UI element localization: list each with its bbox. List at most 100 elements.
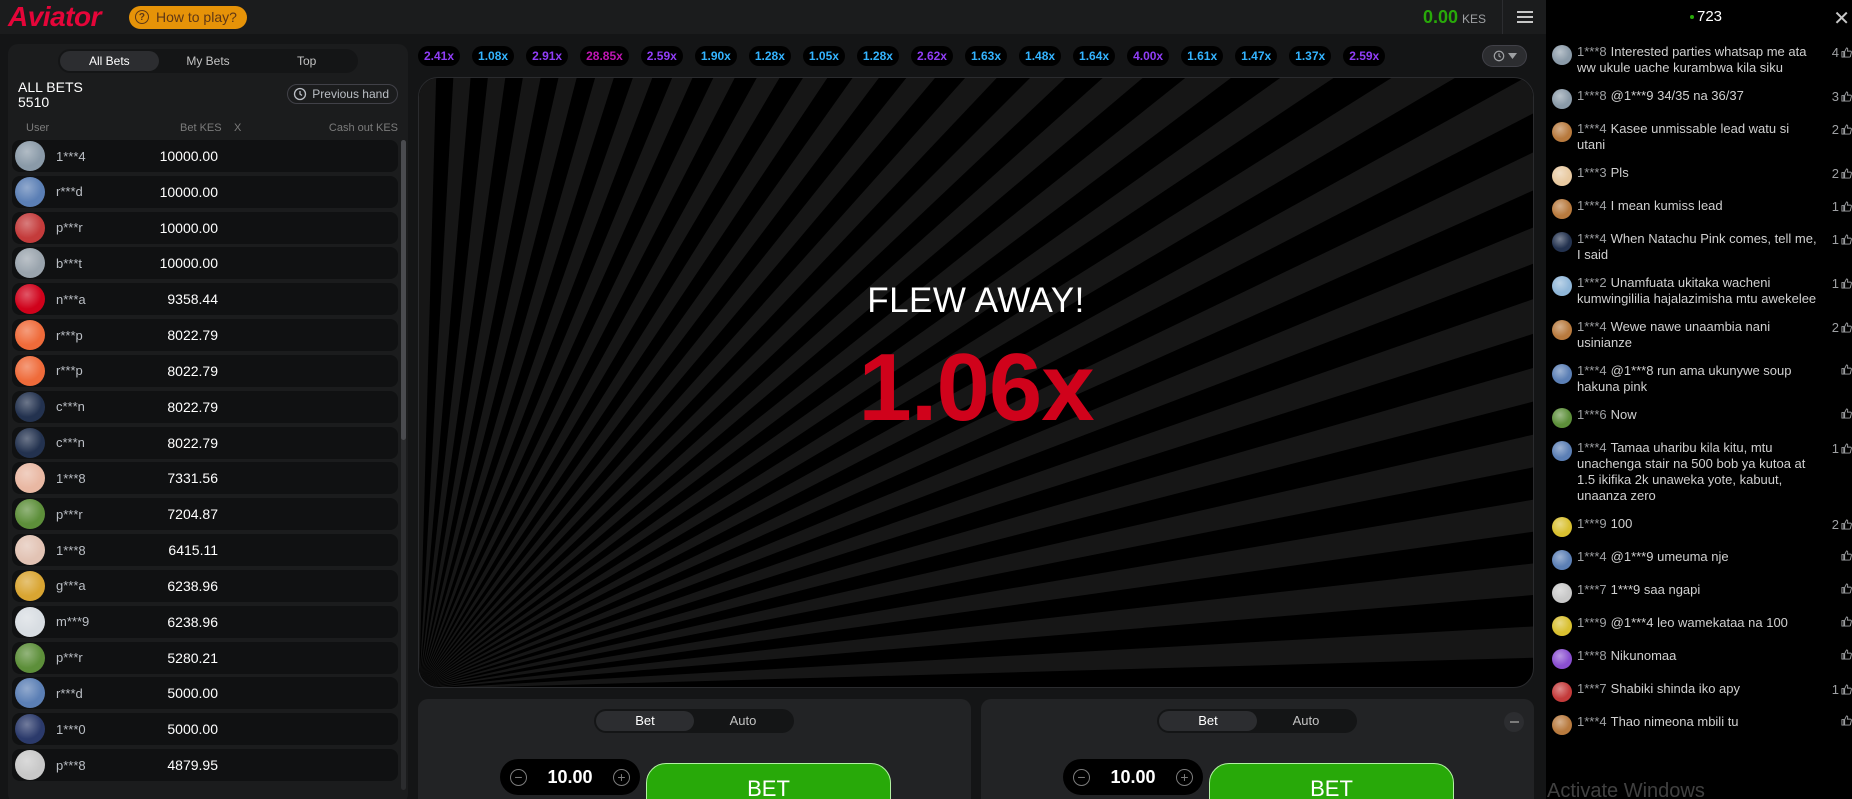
- like-button[interactable]: 1: [1832, 232, 1852, 247]
- chat-message: 1***9 @1***4 leo wamekataa na 100: [1552, 615, 1852, 636]
- bets-list: 1***4 10000.00 r***d 10000.00 p***r 10000.00 b…: [12, 140, 398, 785]
- avatar: [15, 535, 45, 566]
- tab-all-bets[interactable]: All Bets: [60, 51, 159, 71]
- history-toggle-button[interactable]: [1482, 45, 1527, 67]
- bet-user: b***t: [56, 255, 83, 271]
- multiplier-badge[interactable]: 2.62x: [910, 46, 953, 66]
- multiplier-badge[interactable]: 2.59x: [640, 46, 683, 66]
- chat-message: 1***4 Thao nimeona mbili tu: [1552, 714, 1852, 735]
- previous-hand-button[interactable]: Previous hand: [287, 84, 398, 104]
- like-button[interactable]: 1: [1832, 276, 1852, 291]
- like-button[interactable]: [1839, 364, 1852, 375]
- avatar: [1552, 89, 1572, 109]
- like-button[interactable]: 4: [1832, 45, 1852, 60]
- like-button[interactable]: [1839, 616, 1852, 627]
- like-button[interactable]: [1839, 715, 1852, 726]
- like-button[interactable]: 2: [1832, 166, 1852, 181]
- like-button[interactable]: 1: [1832, 199, 1852, 214]
- chat-message: 1***3 Pls 2: [1552, 165, 1852, 186]
- multiplier-badge[interactable]: 1.63x: [964, 46, 1008, 66]
- plus-icon[interactable]: +: [1175, 768, 1193, 786]
- tab-auto[interactable]: Auto: [1257, 711, 1355, 731]
- avatar: [1552, 550, 1572, 570]
- avatar: [1552, 199, 1572, 219]
- like-button[interactable]: 1: [1832, 441, 1852, 456]
- like-button[interactable]: 2: [1832, 517, 1852, 532]
- hamburger-menu-icon[interactable]: [1502, 0, 1546, 34]
- multiplier-badge[interactable]: 1.64x: [1073, 46, 1116, 66]
- avatar: [1552, 232, 1572, 252]
- multiplier-badge[interactable]: 28.85x: [580, 46, 629, 66]
- tab-top[interactable]: Top: [257, 51, 356, 71]
- avatar: [1552, 441, 1572, 461]
- chat-text: Nikunomaa: [1610, 648, 1677, 663]
- multiplier-badge[interactable]: 1.08x: [472, 46, 515, 66]
- avatar: [15, 176, 45, 207]
- plus-icon[interactable]: +: [612, 768, 630, 786]
- like-button[interactable]: [1839, 583, 1852, 594]
- chat-message-body: 1***2 Unamfuata ukitaka wacheni kumwingil…: [1577, 275, 1818, 307]
- question-icon: ?: [134, 10, 149, 24]
- tab-my-bets[interactable]: My Bets: [159, 51, 258, 71]
- bets-scrollbar[interactable]: [401, 140, 406, 790]
- like-button[interactable]: [1839, 550, 1852, 561]
- bet-user: 1***8: [56, 542, 86, 558]
- chat-user: 1***7: [1577, 681, 1607, 696]
- like-button[interactable]: 1: [1832, 682, 1852, 697]
- multiplier-badge[interactable]: 2.59x: [1343, 46, 1386, 66]
- like-button[interactable]: [1839, 408, 1852, 419]
- aviator-logo[interactable]: Aviator: [8, 1, 101, 33]
- online-count-value: 723: [1697, 8, 1723, 25]
- thumbs-up-icon: [1841, 91, 1852, 102]
- multiplier-badge[interactable]: 1.90x: [694, 46, 737, 66]
- chat-text: @1***4 leo wamekataa na 100: [1610, 615, 1788, 630]
- avatar: [15, 750, 45, 781]
- chat-user: 1***6: [1577, 407, 1607, 422]
- bet-row: b***t 10000.00: [12, 247, 398, 280]
- multiplier-badge[interactable]: 1.05x: [802, 46, 845, 66]
- multiplier-badge[interactable]: 1.48x: [1019, 46, 1062, 66]
- minus-icon[interactable]: −: [1073, 768, 1090, 786]
- multiplier-badge[interactable]: 2.41x: [418, 46, 461, 66]
- minus-icon[interactable]: −: [510, 768, 527, 786]
- close-icon[interactable]: ✕: [1833, 6, 1850, 31]
- multiplier-badge[interactable]: 1.37x: [1289, 46, 1332, 66]
- multiplier-badge[interactable]: 2.91x: [526, 46, 569, 66]
- chat-user: 1***4: [1577, 549, 1607, 564]
- tab-auto[interactable]: Auto: [694, 711, 792, 731]
- multiplier-badge[interactable]: 1.28x: [856, 46, 899, 66]
- thumbs-up-icon: [1841, 443, 1852, 454]
- chat-text: Thao nimeona mbili tu: [1610, 714, 1739, 729]
- like-button[interactable]: [1839, 649, 1852, 660]
- bet-user: r***d: [56, 685, 83, 701]
- multiplier-badge[interactable]: 1.61x: [1181, 46, 1224, 66]
- how-to-play-button[interactable]: ? How to play?: [128, 5, 247, 29]
- like-button[interactable]: 3: [1832, 89, 1852, 104]
- chat-user: 1***4: [1577, 714, 1607, 729]
- bets-scrollbar-thumb[interactable]: [401, 140, 406, 440]
- thumbs-up-icon: [1841, 583, 1852, 594]
- avatar: [15, 320, 45, 351]
- bet-user: c***n: [56, 435, 85, 451]
- bet-panel-1: Bet Auto − 10.00 + BET: [418, 699, 971, 799]
- multiplier-badge[interactable]: 1.47x: [1235, 46, 1278, 66]
- bet-user: m***9: [56, 614, 90, 630]
- top-header: Aviator ? How to play? 0.00 KES: [0, 0, 1546, 34]
- multiplier-badge[interactable]: 1.28x: [748, 46, 791, 66]
- tab-bet[interactable]: Bet: [596, 711, 694, 731]
- bet-amount-stepper: − 10.00 +: [500, 759, 640, 795]
- chat-message: 1***4 Wewe nawe unaambia nani usinianze 2: [1552, 319, 1852, 351]
- like-button[interactable]: 2: [1832, 320, 1852, 335]
- bet-button[interactable]: BET: [1209, 763, 1454, 799]
- remove-panel-icon[interactable]: [1504, 712, 1524, 732]
- bet-amount: 7204.87: [167, 506, 218, 523]
- col-cashout: Cash out KES: [328, 122, 398, 134]
- bet-amount-value[interactable]: 10.00: [547, 767, 592, 788]
- like-button[interactable]: 2: [1832, 122, 1852, 137]
- bet-amount-value[interactable]: 10.00: [1110, 767, 1155, 788]
- chat-message: 1***9 100 2: [1552, 516, 1852, 537]
- chat-message-body: 1***8 @1***9 34/35 na 36/37: [1577, 88, 1744, 109]
- multiplier-badge[interactable]: 4.00x: [1127, 46, 1170, 66]
- tab-bet[interactable]: Bet: [1159, 711, 1257, 731]
- bet-button[interactable]: BET: [646, 763, 891, 799]
